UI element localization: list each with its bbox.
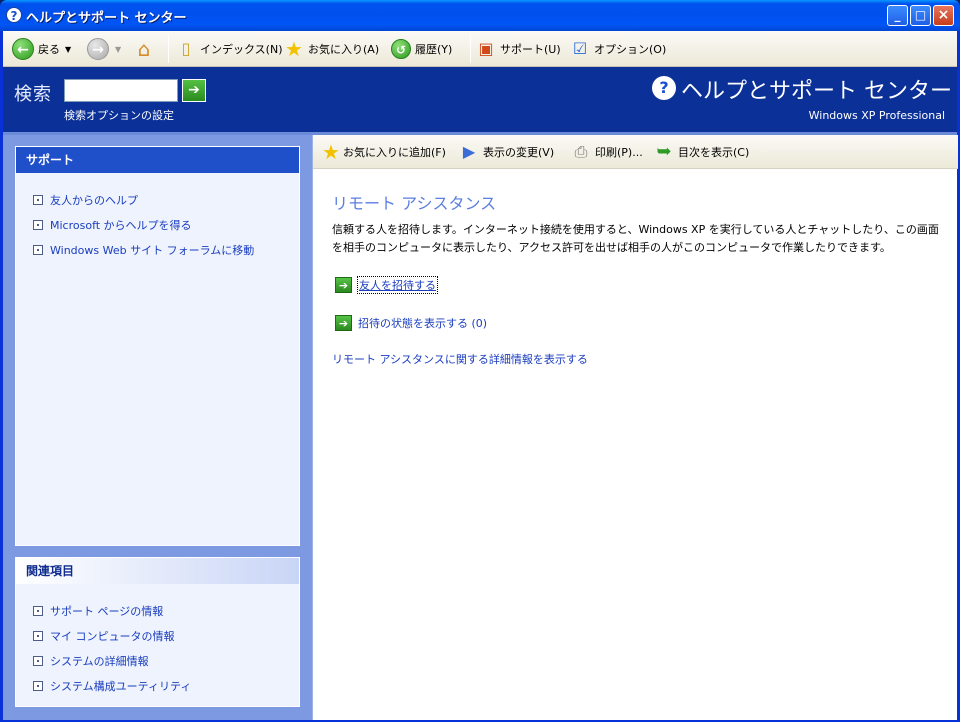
toolbar-separator: [470, 35, 471, 63]
options-button[interactable]: ☑ オプション(O): [570, 36, 666, 62]
window-title: ヘルプとサポート センター: [26, 11, 187, 26]
content-area: サポート 友人からのヘルプ Microsoft からヘルプを得る Windows…: [3, 132, 958, 720]
help-icon: ?: [6, 7, 22, 23]
support-panel: サポート 友人からのヘルプ Microsoft からヘルプを得る Windows…: [15, 146, 300, 546]
search-input[interactable]: [64, 79, 178, 102]
printer-icon: ⎙: [574, 142, 588, 161]
dropdown-arrow-icon[interactable]: ▼: [65, 45, 71, 54]
main-toolbar: ← 戻る ▼ → ▼ ⌂ ▯ インデックス(N) ★ お気に入り(A) ↺ 履歴…: [3, 31, 957, 67]
minimize-button[interactable]: _: [887, 5, 908, 26]
bullet-box-icon: [33, 244, 43, 255]
brand-subtitle: Windows XP Professional: [808, 109, 945, 122]
star-icon: ★: [285, 37, 303, 61]
maximize-button[interactable]: □: [910, 5, 931, 26]
back-arrow-icon: ←: [12, 38, 34, 60]
related-panel: 関連項目 サポート ページの情報 マイ コンピュータの情報 システムの詳細情報 …: [15, 557, 300, 707]
invite-friend-link[interactable]: ➔ 友人を招待する: [335, 276, 438, 294]
brand-title: ヘルプとサポート センター: [681, 79, 952, 104]
support-icon: ▣: [478, 39, 494, 58]
add-favorite-button[interactable]: ★ お気に入りに追加(F): [321, 139, 446, 165]
change-view-icon: ▶: [462, 142, 476, 161]
green-arrow-icon: ➔: [335, 315, 352, 331]
help-window: ? ヘルプとサポート センター _ □ × ← 戻る ▼ → ▼ ⌂ ▯ インデ…: [0, 0, 960, 722]
home-icon: ⌂: [137, 37, 151, 61]
search-options-link[interactable]: 検索オプションの設定: [64, 107, 174, 123]
bullet-box-icon: [33, 194, 43, 205]
page-title: リモート アシスタンス: [332, 194, 497, 213]
bullet-box-icon: [33, 630, 43, 641]
show-toc-button[interactable]: ➥ 目次を表示(C): [654, 139, 749, 165]
close-button[interactable]: ×: [933, 5, 954, 26]
home-button[interactable]: ⌂: [134, 36, 154, 62]
bullet-box-icon: [33, 219, 43, 230]
list-item[interactable]: システムの詳細情報: [33, 648, 299, 673]
panel-title: サポート: [16, 147, 299, 173]
star-plus-icon: ★: [322, 140, 340, 164]
book-icon: ▯: [181, 39, 191, 58]
search-header: 検索 ➔ 検索オプションの設定 ? ヘルプとサポート センター Windows …: [3, 67, 957, 132]
panel-title: 関連項目: [16, 558, 299, 584]
help-icon: ?: [652, 76, 676, 100]
invitation-status-link[interactable]: ➔ 招待の状態を表示する (0): [335, 315, 487, 331]
search-label: 検索: [14, 84, 52, 105]
toolbar-separator: [168, 35, 169, 63]
list-item[interactable]: 友人からのヘルプ: [33, 187, 299, 212]
list-item[interactable]: サポート ページの情報: [33, 598, 299, 623]
related-link-list: サポート ページの情報 マイ コンピュータの情報 システムの詳細情報 システム構…: [16, 584, 299, 698]
back-button[interactable]: ← 戻る ▼: [12, 36, 71, 62]
search-go-button[interactable]: ➔: [182, 79, 206, 102]
change-view-button[interactable]: ▶ 表示の変更(V): [459, 139, 554, 165]
forward-arrow-icon: →: [87, 38, 109, 60]
toc-icon: ➥: [656, 141, 672, 162]
forward-button[interactable]: → ▼: [87, 36, 121, 62]
list-item[interactable]: Windows Web サイト フォーラムに移動: [33, 237, 299, 262]
left-pane: サポート 友人からのヘルプ Microsoft からヘルプを得る Windows…: [3, 135, 312, 720]
page-description: 信頼する人を招待します。インターネット接続を使用すると、Windows XP を…: [332, 223, 939, 254]
print-button[interactable]: ⎙ 印刷(P)...: [571, 139, 643, 165]
bullet-box-icon: [33, 680, 43, 691]
main-pane: ★ お気に入りに追加(F) ▶ 表示の変更(V) ⎙ 印刷(P)... ➥ 目次…: [312, 135, 958, 720]
support-button[interactable]: ▣ サポート(U): [476, 36, 560, 62]
history-button[interactable]: ↺ 履歴(Y): [391, 36, 452, 62]
bullet-box-icon: [33, 655, 43, 666]
support-link-list: 友人からのヘルプ Microsoft からヘルプを得る Windows Web …: [16, 173, 299, 262]
history-clock-icon: ↺: [391, 39, 411, 59]
index-button[interactable]: ▯ インデックス(N): [176, 36, 283, 62]
list-item[interactable]: Microsoft からヘルプを得る: [33, 212, 299, 237]
page-toolbar: ★ お気に入りに追加(F) ▶ 表示の変更(V) ⎙ 印刷(P)... ➥ 目次…: [313, 135, 958, 169]
title-bar[interactable]: ? ヘルプとサポート センター _ □ ×: [0, 0, 960, 31]
dropdown-arrow-icon[interactable]: ▼: [115, 45, 121, 54]
list-item[interactable]: システム構成ユーティリティ: [33, 673, 299, 698]
bullet-box-icon: [33, 605, 43, 616]
favorites-button[interactable]: ★ お気に入り(A): [284, 36, 379, 62]
list-item[interactable]: マイ コンピュータの情報: [33, 623, 299, 648]
options-checklist-icon: ☑: [572, 39, 588, 58]
green-arrow-icon: ➔: [335, 277, 352, 293]
more-info-link[interactable]: リモート アシスタンスに関する詳細情報を表示する: [332, 351, 588, 367]
